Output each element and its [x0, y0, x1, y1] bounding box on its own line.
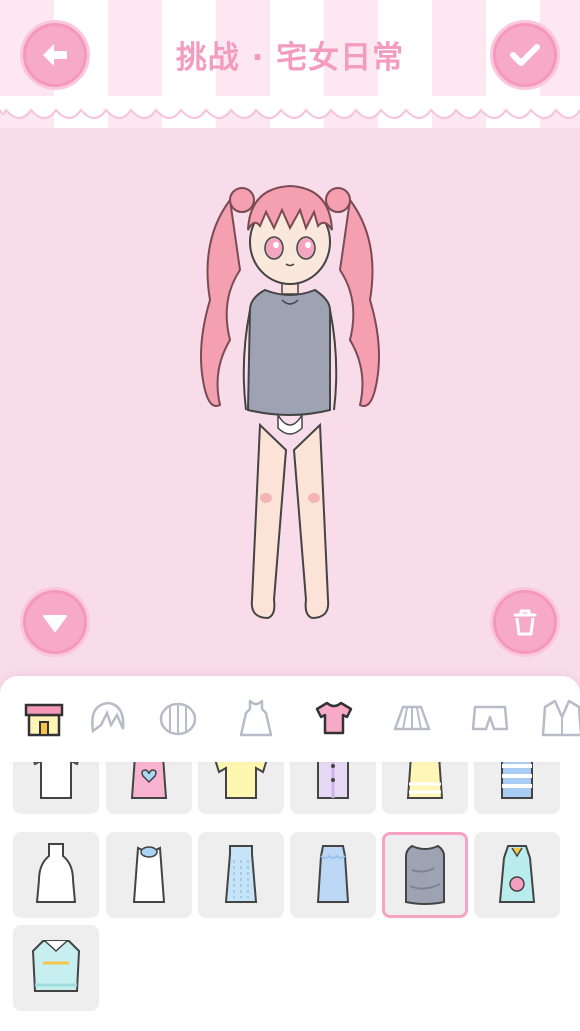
back-button[interactable]: [20, 20, 90, 90]
bear-top-icon: [498, 845, 536, 903]
tab-bangs[interactable]: [76, 690, 136, 746]
collar-sweater-icon: [31, 940, 81, 992]
confirm-button[interactable]: [490, 20, 560, 90]
frill-top-icon: [132, 846, 166, 903]
blouse-icon: [317, 762, 349, 799]
knit-top-icon: [224, 845, 258, 903]
jacket-icon: [541, 699, 580, 737]
tank-top-icon: [130, 762, 168, 799]
awning-scallop-edge: [0, 96, 580, 119]
item-pink-heart-tank[interactable]: [106, 762, 192, 814]
tab-shorts[interactable]: [460, 690, 520, 746]
item-grey-oversized-tee[interactable]: [382, 832, 468, 918]
item-yellow-striped-tank[interactable]: [382, 762, 468, 814]
hair-back-icon: [159, 702, 197, 736]
item-yellow-tee[interactable]: [198, 762, 284, 814]
tank-top-icon: [406, 762, 444, 799]
category-tab-bar: [0, 676, 580, 762]
trash-icon: [513, 609, 537, 636]
tab-jacket[interactable]: [532, 690, 580, 746]
tab-skirt[interactable]: [382, 690, 442, 746]
tab-shop[interactable]: [14, 690, 74, 746]
clothing-items-grid: [0, 762, 580, 1031]
tab-tops[interactable]: [304, 690, 364, 746]
trash-button[interactable]: [490, 587, 560, 657]
hair-front-icon: [91, 701, 125, 734]
triangle-down-icon: [43, 615, 67, 632]
item-white-halter-top[interactable]: [13, 832, 99, 918]
shorts-icon: [471, 705, 509, 731]
item-mint-bear-dress[interactable]: [474, 832, 560, 918]
lace-top-icon: [316, 845, 350, 903]
doll-character: [200, 184, 380, 620]
item-blue-striped-tee[interactable]: [474, 762, 560, 814]
shirt-icon: [315, 701, 353, 735]
tee-icon: [501, 762, 533, 799]
dress-icon: [239, 699, 273, 737]
item-white-ruffle-tee[interactable]: [13, 762, 99, 814]
tab-dress[interactable]: [226, 690, 286, 746]
halter-top-icon: [35, 843, 77, 903]
item-white-frill-top[interactable]: [106, 832, 192, 918]
checkmark-icon: [510, 44, 540, 66]
collapse-panel-button[interactable]: [20, 587, 90, 657]
oversized-tee-icon: [405, 844, 445, 905]
tab-hair[interactable]: [148, 690, 208, 746]
skirt-icon: [393, 705, 431, 731]
item-blue-lace-top[interactable]: [290, 832, 376, 918]
tee-icon: [214, 762, 268, 799]
tee-icon: [33, 762, 79, 799]
arrow-left-icon: [43, 44, 67, 66]
item-light-blue-knit-top[interactable]: [198, 832, 284, 918]
shop-icon: [24, 703, 64, 737]
item-lavender-buttoned-top[interactable]: [290, 762, 376, 814]
item-mint-collar-sweater[interactable]: [13, 925, 99, 1011]
